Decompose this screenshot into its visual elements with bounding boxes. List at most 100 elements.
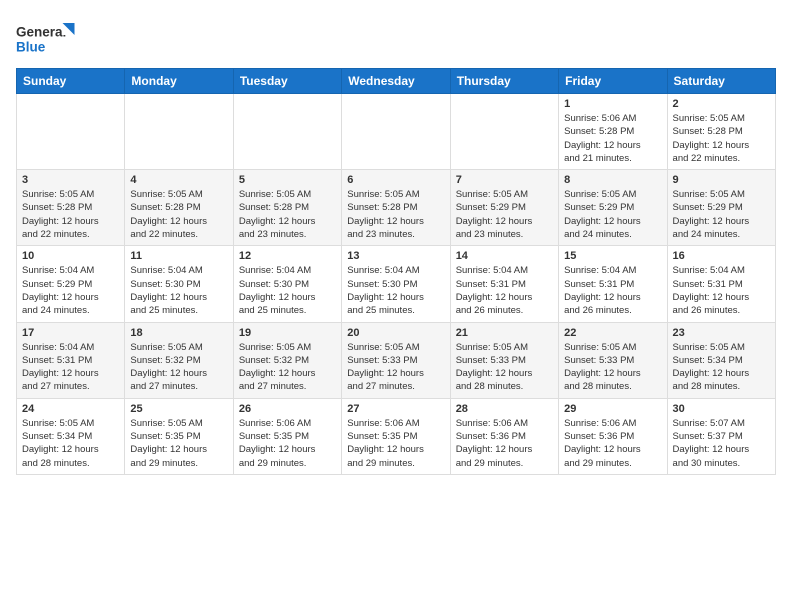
calendar-table: SundayMondayTuesdayWednesdayThursdayFrid…	[16, 68, 776, 475]
day-number: 24	[22, 403, 119, 415]
calendar-cell: 10 Sunrise: 5:04 AM Sunset: 5:29 PM Dayli…	[17, 246, 125, 322]
calendar-cell: 5 Sunrise: 5:05 AM Sunset: 5:28 PM Daylig…	[233, 170, 341, 246]
day-number: 15	[564, 250, 661, 262]
day-info: Sunrise: 5:04 AM Sunset: 5:31 PM Dayligh…	[456, 264, 553, 317]
svg-text:Blue: Blue	[16, 40, 46, 55]
calendar-cell: 24 Sunrise: 5:05 AM Sunset: 5:34 PM Dayli…	[17, 398, 125, 474]
day-info: Sunrise: 5:05 AM Sunset: 5:28 PM Dayligh…	[22, 188, 119, 241]
calendar-cell: 29 Sunrise: 5:06 AM Sunset: 5:36 PM Dayli…	[559, 398, 667, 474]
calendar-cell: 20Sunrise: 5:05 AM Sunset: 5:33 PM Dayli…	[342, 322, 450, 398]
day-info: Sunrise: 5:05 AM Sunset: 5:29 PM Dayligh…	[456, 188, 553, 241]
day-info: Sunrise: 5:05 AM Sunset: 5:33 PM Dayligh…	[456, 341, 553, 394]
day-number: 29	[564, 403, 661, 415]
calendar-cell: 11 Sunrise: 5:04 AM Sunset: 5:30 PM Dayli…	[125, 246, 233, 322]
day-info: Sunrise: 5:05 AM Sunset: 5:29 PM Dayligh…	[564, 188, 661, 241]
day-info: Sunrise: 5:06 AM Sunset: 5:36 PM Dayligh…	[456, 417, 553, 470]
calendar-cell	[450, 94, 558, 170]
calendar-cell: 26 Sunrise: 5:06 AM Sunset: 5:35 PM Dayli…	[233, 398, 341, 474]
calendar-cell	[125, 94, 233, 170]
calendar-cell: 21 Sunrise: 5:05 AM Sunset: 5:33 PM Dayli…	[450, 322, 558, 398]
calendar-cell: 8 Sunrise: 5:05 AM Sunset: 5:29 PM Daylig…	[559, 170, 667, 246]
weekday-header-saturday: Saturday	[667, 69, 775, 94]
day-number: 5	[239, 174, 336, 186]
day-number: 26	[239, 403, 336, 415]
day-info: Sunrise: 5:05 AM Sunset: 5:29 PM Dayligh…	[673, 188, 770, 241]
day-number: 10	[22, 250, 119, 262]
day-number: 1	[564, 98, 661, 110]
calendar-cell: 23Sunrise: 5:05 AM Sunset: 5:34 PM Dayli…	[667, 322, 775, 398]
day-number: 19	[239, 327, 336, 339]
weekday-header-wednesday: Wednesday	[342, 69, 450, 94]
day-info: Sunrise: 5:05 AM Sunset: 5:28 PM Dayligh…	[130, 188, 227, 241]
week-row-1: 1 Sunrise: 5:06 AM Sunset: 5:28 PM Daylig…	[17, 94, 776, 170]
weekday-header-sunday: Sunday	[17, 69, 125, 94]
day-number: 12	[239, 250, 336, 262]
day-info: Sunrise: 5:05 AM Sunset: 5:28 PM Dayligh…	[239, 188, 336, 241]
day-info: Sunrise: 5:05 AM Sunset: 5:33 PM Dayligh…	[564, 341, 661, 394]
day-number: 17	[22, 327, 119, 339]
calendar-cell: 2 Sunrise: 5:05 AM Sunset: 5:28 PM Daylig…	[667, 94, 775, 170]
day-info: Sunrise: 5:05 AM Sunset: 5:34 PM Dayligh…	[673, 341, 770, 394]
calendar-cell: 18Sunrise: 5:05 AM Sunset: 5:32 PM Dayli…	[125, 322, 233, 398]
weekday-header-friday: Friday	[559, 69, 667, 94]
day-number: 25	[130, 403, 227, 415]
day-info: Sunrise: 5:04 AM Sunset: 5:29 PM Dayligh…	[22, 264, 119, 317]
day-number: 30	[673, 403, 770, 415]
calendar-cell: 22Sunrise: 5:05 AM Sunset: 5:33 PM Dayli…	[559, 322, 667, 398]
calendar-cell	[342, 94, 450, 170]
day-info: Sunrise: 5:06 AM Sunset: 5:35 PM Dayligh…	[347, 417, 444, 470]
day-info: Sunrise: 5:05 AM Sunset: 5:34 PM Dayligh…	[22, 417, 119, 470]
day-number: 7	[456, 174, 553, 186]
calendar-cell: 17 Sunrise: 5:04 AM Sunset: 5:31 PM Dayli…	[17, 322, 125, 398]
day-number: 4	[130, 174, 227, 186]
weekday-header-tuesday: Tuesday	[233, 69, 341, 94]
logo-icon: GeneralBlue	[16, 16, 76, 60]
day-info: Sunrise: 5:05 AM Sunset: 5:32 PM Dayligh…	[130, 341, 227, 394]
day-number: 14	[456, 250, 553, 262]
page-header: GeneralBlue	[16, 16, 776, 60]
day-info: Sunrise: 5:06 AM Sunset: 5:36 PM Dayligh…	[564, 417, 661, 470]
calendar-cell	[17, 94, 125, 170]
calendar-cell: 1 Sunrise: 5:06 AM Sunset: 5:28 PM Daylig…	[559, 94, 667, 170]
calendar-cell: 13 Sunrise: 5:04 AM Sunset: 5:30 PM Dayli…	[342, 246, 450, 322]
svg-text:General: General	[16, 25, 66, 40]
day-number: 21	[456, 327, 553, 339]
day-number: 3	[22, 174, 119, 186]
calendar-cell: 15 Sunrise: 5:04 AM Sunset: 5:31 PM Dayli…	[559, 246, 667, 322]
day-info: Sunrise: 5:04 AM Sunset: 5:30 PM Dayligh…	[130, 264, 227, 317]
day-number: 2	[673, 98, 770, 110]
day-info: Sunrise: 5:04 AM Sunset: 5:31 PM Dayligh…	[22, 341, 119, 394]
day-info: Sunrise: 5:04 AM Sunset: 5:30 PM Dayligh…	[347, 264, 444, 317]
day-number: 28	[456, 403, 553, 415]
week-row-2: 3 Sunrise: 5:05 AM Sunset: 5:28 PM Daylig…	[17, 170, 776, 246]
calendar-cell: 28 Sunrise: 5:06 AM Sunset: 5:36 PM Dayli…	[450, 398, 558, 474]
day-info: Sunrise: 5:05 AM Sunset: 5:35 PM Dayligh…	[130, 417, 227, 470]
day-number: 8	[564, 174, 661, 186]
day-number: 13	[347, 250, 444, 262]
weekday-header-row: SundayMondayTuesdayWednesdayThursdayFrid…	[17, 69, 776, 94]
calendar-cell: 19 Sunrise: 5:05 AM Sunset: 5:32 PM Dayli…	[233, 322, 341, 398]
day-number: 20	[347, 327, 444, 339]
calendar-cell: 7 Sunrise: 5:05 AM Sunset: 5:29 PM Daylig…	[450, 170, 558, 246]
day-info: Sunrise: 5:05 AM Sunset: 5:28 PM Dayligh…	[673, 112, 770, 165]
calendar-cell	[233, 94, 341, 170]
week-row-3: 10 Sunrise: 5:04 AM Sunset: 5:29 PM Dayli…	[17, 246, 776, 322]
calendar-cell: 16 Sunrise: 5:04 AM Sunset: 5:31 PM Dayli…	[667, 246, 775, 322]
day-number: 16	[673, 250, 770, 262]
day-info: Sunrise: 5:05 AM Sunset: 5:32 PM Dayligh…	[239, 341, 336, 394]
day-number: 11	[130, 250, 227, 262]
day-info: Sunrise: 5:05 AM Sunset: 5:28 PM Dayligh…	[347, 188, 444, 241]
day-number: 27	[347, 403, 444, 415]
calendar-cell: 27 Sunrise: 5:06 AM Sunset: 5:35 PM Dayli…	[342, 398, 450, 474]
day-info: Sunrise: 5:04 AM Sunset: 5:31 PM Dayligh…	[564, 264, 661, 317]
calendar-cell: 4 Sunrise: 5:05 AM Sunset: 5:28 PM Daylig…	[125, 170, 233, 246]
week-row-4: 17 Sunrise: 5:04 AM Sunset: 5:31 PM Dayli…	[17, 322, 776, 398]
day-info: Sunrise: 5:06 AM Sunset: 5:28 PM Dayligh…	[564, 112, 661, 165]
calendar-cell: 12 Sunrise: 5:04 AM Sunset: 5:30 PM Dayli…	[233, 246, 341, 322]
logo: GeneralBlue	[16, 16, 76, 60]
calendar-cell: 9Sunrise: 5:05 AM Sunset: 5:29 PM Daylig…	[667, 170, 775, 246]
day-info: Sunrise: 5:04 AM Sunset: 5:31 PM Dayligh…	[673, 264, 770, 317]
day-info: Sunrise: 5:06 AM Sunset: 5:35 PM Dayligh…	[239, 417, 336, 470]
calendar-cell: 14 Sunrise: 5:04 AM Sunset: 5:31 PM Dayli…	[450, 246, 558, 322]
day-info: Sunrise: 5:04 AM Sunset: 5:30 PM Dayligh…	[239, 264, 336, 317]
